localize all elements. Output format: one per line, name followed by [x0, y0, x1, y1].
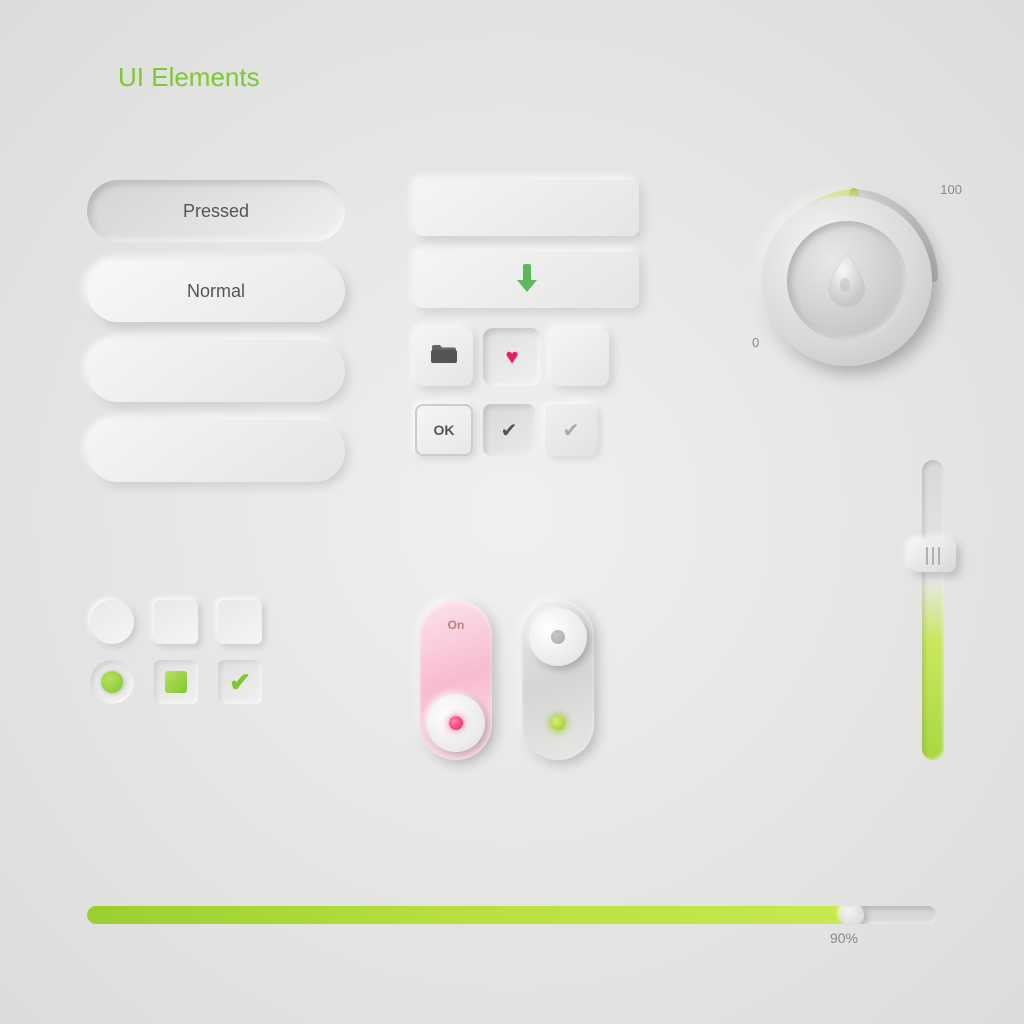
heart-button[interactable]: ♥	[483, 328, 541, 386]
toggle-knob-off	[529, 608, 587, 666]
blank-button-2[interactable]	[87, 420, 345, 482]
slider-line-2	[932, 547, 934, 565]
radio-unchecked[interactable]	[90, 600, 134, 644]
toggle-glow	[543, 708, 573, 738]
checkbox-unchecked-1[interactable]	[154, 600, 198, 644]
checkbox-unchecked-2[interactable]	[218, 600, 262, 644]
download-button[interactable]	[415, 252, 639, 308]
folder-button[interactable]	[415, 328, 473, 386]
checkbox-checked[interactable]	[154, 660, 198, 704]
middle-buttons-column: ♥ OK ✔ ✔	[415, 180, 639, 456]
progress-bar-area: 90%	[87, 906, 937, 946]
knob-body[interactable]	[762, 196, 932, 366]
buttons-column: Pressed Normal	[87, 180, 345, 482]
vertical-slider-track[interactable]	[922, 460, 944, 760]
ok-button[interactable]: OK	[415, 404, 473, 456]
knob-label-min: 0	[752, 335, 759, 350]
checked-row: ✔	[90, 660, 262, 704]
knob-label-max: 100	[940, 182, 962, 197]
toggle-on-label: On	[448, 618, 465, 632]
radio-dot	[101, 671, 123, 693]
heart-icon: ♥	[505, 344, 518, 370]
unchecked-row	[90, 600, 262, 644]
radio-checkbox-area: ✔	[90, 600, 262, 720]
knob-inner	[787, 221, 907, 341]
toggle-off[interactable]: Off	[522, 600, 594, 760]
knob-arc-container: 0 100	[744, 168, 964, 388]
checkbox-tick[interactable]: ✔	[218, 660, 262, 704]
toggle-on-container: On	[420, 600, 492, 760]
normal-button[interactable]: Normal	[87, 260, 345, 322]
progress-bar-thumb[interactable]	[840, 906, 864, 924]
checkmark-icon-light: ✔	[563, 418, 580, 443]
vertical-slider-knob[interactable]	[910, 540, 956, 572]
blank-icon-button[interactable]	[551, 328, 609, 386]
toggle-knob-on	[427, 694, 485, 752]
page-title: UI Elements	[118, 62, 260, 93]
check-button-normal[interactable]: ✔	[545, 404, 597, 456]
progress-bar-label: 90%	[87, 930, 937, 946]
checkbox-fill	[165, 671, 187, 693]
rect-blank-button[interactable]	[415, 180, 639, 236]
toggles-area: On Off	[420, 600, 594, 760]
led-dim	[551, 630, 565, 644]
led-green	[551, 716, 565, 730]
vertical-slider-area	[922, 460, 944, 800]
toggle-on[interactable]: On	[420, 600, 492, 760]
teardrop-icon	[823, 249, 871, 313]
slider-line-1	[926, 547, 928, 565]
toggle-off-container: Off	[522, 600, 594, 760]
slider-line-3	[938, 547, 940, 565]
progress-bar-track[interactable]	[87, 906, 937, 924]
icon-buttons-row: ♥	[415, 328, 639, 386]
knob-area: 0 100	[744, 168, 964, 388]
led-pink	[449, 716, 463, 730]
folder-icon	[431, 343, 457, 371]
check-button-pressed[interactable]: ✔	[483, 404, 535, 456]
download-arrow-icon	[513, 264, 541, 296]
radio-checked[interactable]	[90, 660, 134, 704]
checkmark-green-icon: ✔	[229, 669, 251, 695]
pressed-button[interactable]: Pressed	[87, 180, 345, 242]
blank-button-1[interactable]	[87, 340, 345, 402]
checkmark-icon-dark: ✔	[501, 418, 518, 443]
progress-bar-fill	[87, 906, 852, 924]
check-buttons-row: OK ✔ ✔	[415, 404, 639, 456]
